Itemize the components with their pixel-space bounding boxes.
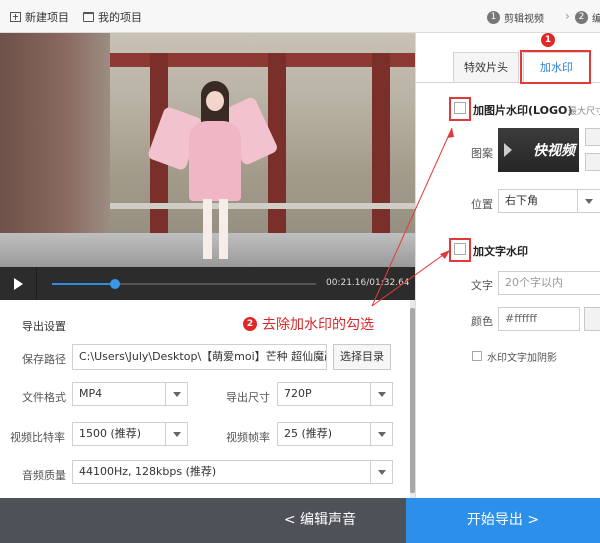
video-subject	[146, 81, 279, 261]
export-size-value: 720P	[284, 387, 312, 400]
framerate-value: 25 (推荐)	[284, 427, 333, 440]
bitrate-value: 1500 (推荐)	[79, 427, 142, 440]
player-controls: 00:21.16/01:32.64	[0, 267, 415, 300]
my-projects-label: 我的项目	[98, 11, 142, 24]
step-edit-audio[interactable]: 2 编	[575, 10, 600, 25]
step-edit-video[interactable]: 1 剪辑视频	[487, 10, 544, 25]
framerate-select[interactable]: 25 (推荐)	[277, 422, 393, 446]
position-value: 右下角	[505, 194, 538, 207]
export-settings-title: 导出设置	[22, 320, 66, 333]
play-button[interactable]	[0, 267, 37, 300]
step-badge-1: 1	[541, 33, 555, 47]
text-shadow-label: 水印文字加阴影	[487, 353, 557, 364]
progress-fill	[52, 283, 116, 285]
start-export-button[interactable]: 开始导出 >	[406, 498, 600, 543]
highlight-box	[520, 50, 591, 84]
progress-handle[interactable]	[110, 279, 121, 289]
highlight-box	[449, 97, 471, 121]
new-project-label: 新建项目	[25, 11, 69, 24]
chevron-down-icon	[370, 383, 392, 405]
annotation-instruction: 去除加水印的勾选	[262, 317, 374, 333]
chevron-right-icon: ›	[565, 9, 570, 23]
logo-preview[interactable]: 快视频	[498, 128, 579, 172]
upload-logo-button[interactable]	[585, 128, 600, 146]
new-project-button[interactable]: 新建项目	[10, 10, 69, 24]
color-label: 颜色	[471, 315, 493, 328]
step-badge-2: 2	[243, 317, 257, 331]
text-label: 文字	[471, 279, 493, 292]
browse-directory-button[interactable]: 选择目录	[333, 344, 391, 370]
save-path-label: 保存路径	[22, 353, 66, 366]
framerate-label: 视频帧率	[226, 431, 270, 444]
color-picker-button[interactable]	[584, 307, 600, 331]
edit-audio-button[interactable]: < 编辑声音	[0, 498, 406, 543]
step-number: 2	[575, 11, 588, 24]
timecode: 00:21.16/01:32.64	[326, 278, 410, 288]
text-shadow-checkbox[interactable]	[472, 351, 482, 361]
text-watermark-title: 加文字水印	[473, 245, 528, 258]
play-logo-icon	[504, 143, 518, 157]
logo-text: 快视频	[533, 143, 575, 159]
watermark-text-input[interactable]: 20个字以内	[498, 271, 600, 295]
audio-quality-value: 44100Hz, 128kbps (推荐)	[79, 465, 217, 478]
audio-quality-label: 音频质量	[22, 469, 66, 482]
video-scene	[110, 203, 415, 209]
play-icon	[14, 278, 23, 290]
video-background	[0, 33, 110, 267]
export-size-label: 导出尺寸	[226, 391, 270, 404]
format-label: 文件格式	[22, 391, 66, 404]
plus-icon	[10, 12, 21, 22]
step-label: 编	[592, 14, 600, 25]
format-value: MP4	[79, 387, 103, 400]
chevron-down-icon	[165, 423, 187, 445]
image-watermark-title: 加图片水印(LOGO)	[473, 104, 573, 117]
export-size-select[interactable]: 720P	[277, 382, 393, 406]
watermark-panel: 特效片头 加水印 1 加图片水印(LOGO) 最大尺寸 图案 快视频 位置 右下…	[415, 33, 600, 498]
tab-effects-intro[interactable]: 特效片头	[453, 52, 519, 83]
format-select[interactable]: MP4	[72, 382, 188, 406]
audio-quality-select[interactable]: 44100Hz, 128kbps (推荐)	[72, 460, 393, 484]
progress-bar[interactable]	[52, 279, 316, 289]
color-value-input[interactable]: #ffffff	[498, 307, 580, 331]
top-toolbar: 新建项目 我的项目 1 剪辑视频 › 2 编	[0, 0, 600, 33]
video-preview[interactable]	[0, 33, 415, 267]
step-number: 1	[487, 11, 500, 24]
bottom-action-bar: < 编辑声音 开始导出 >	[0, 498, 600, 543]
highlight-box	[449, 238, 471, 262]
position-label: 位置	[471, 198, 493, 211]
bitrate-label: 视频比特率	[10, 431, 65, 444]
pattern-label: 图案	[471, 147, 493, 160]
folder-icon	[83, 12, 94, 22]
chevron-down-icon	[577, 190, 599, 212]
save-path-field[interactable]: C:\Users\July\Desktop\【萌爱moi】芒种 超仙魔改	[72, 344, 327, 370]
my-projects-button[interactable]: 我的项目	[83, 10, 142, 24]
reset-logo-button[interactable]	[585, 153, 600, 171]
image-watermark-hint: 最大尺寸	[568, 107, 600, 117]
bitrate-select[interactable]: 1500 (推荐)	[72, 422, 188, 446]
chevron-down-icon	[370, 461, 392, 483]
chevron-down-icon	[165, 383, 187, 405]
chevron-down-icon	[370, 423, 392, 445]
step-label: 剪辑视频	[504, 14, 544, 25]
position-select[interactable]: 右下角	[498, 189, 600, 213]
